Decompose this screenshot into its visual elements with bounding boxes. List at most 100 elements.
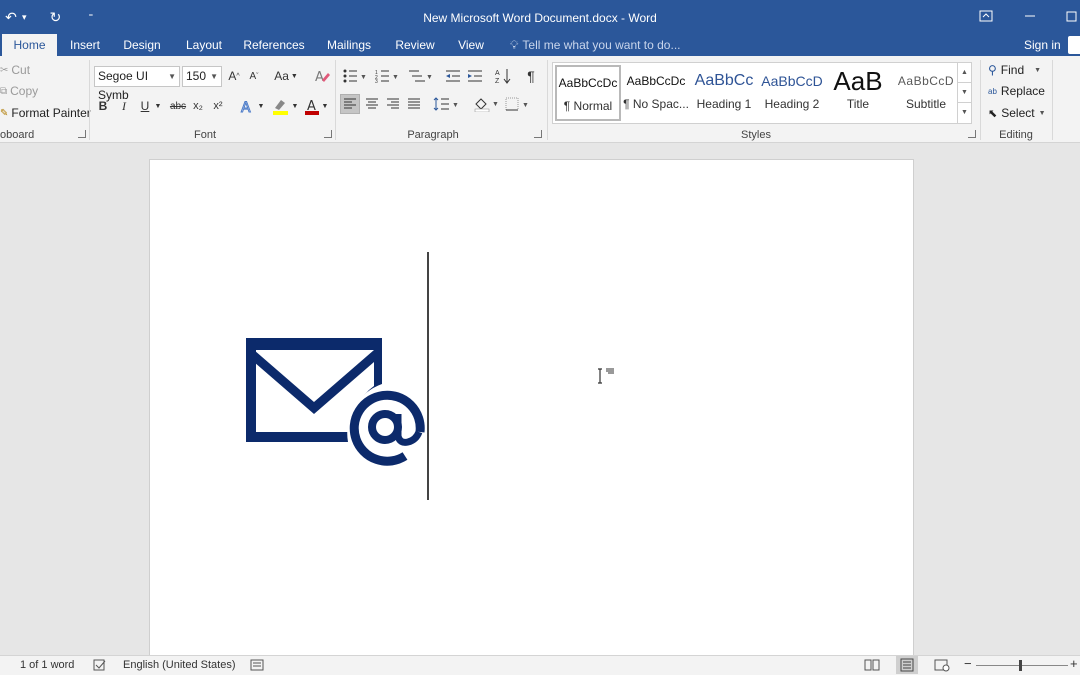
- find-button[interactable]: ⚲ Find ▼: [988, 63, 1041, 77]
- align-left-icon[interactable]: [340, 94, 360, 114]
- svg-text:A: A: [315, 70, 324, 84]
- ribbon-display-options-icon[interactable]: [976, 7, 996, 25]
- macro-record-icon[interactable]: [250, 658, 264, 675]
- font-color-icon[interactable]: A: [302, 96, 322, 116]
- style-heading-2[interactable]: AaBbCcD Heading 2: [759, 65, 825, 121]
- subscript-button[interactable]: x₂: [190, 96, 206, 116]
- cut-button[interactable]: ✂︎ Cut: [0, 63, 30, 77]
- scroll-down-icon[interactable]: ▼: [958, 83, 971, 103]
- strikethrough-button[interactable]: abc: [168, 96, 188, 116]
- tab-mailings[interactable]: Mailings: [322, 34, 376, 56]
- paragraph-dialog-launcher[interactable]: [534, 130, 542, 138]
- format-painter-button[interactable]: ✎ Format Painter: [0, 106, 91, 120]
- styles-dialog-launcher[interactable]: [968, 130, 976, 138]
- clipboard-dialog-launcher[interactable]: [78, 130, 86, 138]
- chevron-down-icon[interactable]: ▼: [290, 96, 300, 116]
- copy-icon: ⧉: [0, 85, 8, 97]
- tab-review[interactable]: Review: [392, 34, 438, 56]
- style-heading-1[interactable]: AaBbCc Heading 1: [691, 65, 757, 121]
- sort-icon[interactable]: AZ: [494, 66, 512, 86]
- tell-me-box[interactable]: 💡︎ Tell me what you want to do...: [510, 34, 681, 56]
- style-title[interactable]: AaB Title: [825, 65, 891, 121]
- style-normal[interactable]: AaBbCcDc ¶ Normal: [555, 65, 621, 121]
- replace-button[interactable]: ab Replace: [988, 84, 1045, 98]
- svg-text:▼: ▼: [426, 74, 433, 81]
- style-preview: AaBbCcDc: [558, 76, 618, 90]
- format-painter-label: Format Painter: [11, 106, 91, 120]
- ribbon-tabs: Home Insert Design Layout References Mai…: [0, 34, 1080, 56]
- svg-text:▼: ▼: [392, 74, 399, 81]
- style-name: Subtitle: [905, 97, 947, 111]
- clear-formatting-icon[interactable]: A: [312, 66, 332, 86]
- tab-references[interactable]: References: [242, 34, 306, 56]
- zoom-out-icon[interactable]: −: [964, 656, 972, 671]
- grow-font-icon[interactable]: A ^: [226, 66, 242, 86]
- superscript-button[interactable]: x²: [210, 96, 226, 116]
- language-indicator[interactable]: English (United States): [123, 659, 236, 671]
- status-bar: 1 of 1 word English (United States) − +: [0, 655, 1080, 675]
- highlight-color-icon[interactable]: [270, 96, 290, 116]
- read-mode-icon[interactable]: [864, 658, 880, 675]
- bold-button[interactable]: B: [95, 96, 111, 116]
- style-name: Heading 1: [696, 97, 752, 111]
- copy-button[interactable]: ⧉ Copy: [0, 84, 38, 98]
- bullets-icon[interactable]: ▼: [342, 66, 368, 86]
- multilevel-list-icon[interactable]: ▼: [406, 66, 434, 86]
- italic-button[interactable]: I: [116, 96, 132, 116]
- sign-in-link[interactable]: Sign in: [1024, 34, 1061, 56]
- chevron-down-icon: ▼: [1034, 66, 1042, 74]
- font-size-combo[interactable]: 150 ▼: [182, 66, 222, 87]
- font-dialog-launcher[interactable]: [324, 130, 332, 138]
- group-divider: [980, 60, 981, 140]
- style-no-spacing[interactable]: AaBbCcDc ¶ No Spac...: [623, 65, 689, 121]
- group-divider: [335, 60, 336, 140]
- share-icon[interactable]: [1068, 36, 1080, 54]
- zoom-in-icon[interactable]: +: [1070, 656, 1078, 671]
- underline-button[interactable]: U: [137, 96, 153, 116]
- font-name-combo[interactable]: Segoe UI Symb ▼: [94, 66, 180, 102]
- cursor-arrow-icon: ⬉: [988, 107, 998, 120]
- align-right-icon[interactable]: [383, 94, 403, 114]
- tab-design[interactable]: Design: [118, 34, 166, 56]
- minimize-icon[interactable]: [1020, 7, 1040, 25]
- show-formatting-marks-icon[interactable]: ¶: [522, 66, 540, 86]
- paintbrush-icon: ✎: [0, 107, 9, 119]
- scroll-up-icon[interactable]: ▲: [958, 63, 971, 83]
- chevron-down-icon[interactable]: ▼: [256, 96, 266, 116]
- print-layout-icon[interactable]: [896, 656, 918, 674]
- numbering-icon[interactable]: 1 2 3 ▼: [374, 66, 400, 86]
- document-page[interactable]: [149, 159, 914, 659]
- proofing-icon[interactable]: [93, 658, 107, 675]
- chevron-down-icon[interactable]: ▼: [153, 96, 163, 116]
- lightbulb-icon: 💡︎: [510, 38, 519, 52]
- word-count[interactable]: 1 of 1 word: [20, 659, 74, 671]
- zoom-slider-thumb[interactable]: [1019, 660, 1022, 671]
- tab-layout[interactable]: Layout: [180, 34, 228, 56]
- change-case-button[interactable]: Aa ▼: [272, 66, 300, 86]
- more-styles-icon[interactable]: ▼: [958, 103, 971, 123]
- borders-icon[interactable]: ▼: [504, 94, 532, 114]
- style-subtitle[interactable]: AaBbCcD Subtitle: [893, 65, 959, 121]
- justify-icon[interactable]: [404, 94, 424, 114]
- restore-icon[interactable]: [1062, 7, 1080, 25]
- shading-icon[interactable]: ▼: [472, 94, 500, 114]
- align-center-icon[interactable]: [362, 94, 382, 114]
- increase-indent-icon[interactable]: [466, 66, 484, 86]
- text-effects-icon[interactable]: A: [238, 96, 256, 116]
- tab-home[interactable]: Home: [2, 34, 57, 56]
- chevron-down-icon[interactable]: ▼: [320, 96, 330, 116]
- styles-gallery: AaBbCcDc ¶ Normal AaBbCcDc ¶ No Spac... …: [552, 62, 972, 124]
- ibeam-cursor-icon: [598, 368, 614, 384]
- style-preview: AaBbCc: [694, 72, 754, 89]
- tab-view[interactable]: View: [452, 34, 490, 56]
- style-name: ¶ No Spac...: [623, 97, 689, 111]
- chevron-down-icon: ▼: [210, 72, 218, 81]
- zoom-slider[interactable]: [976, 665, 1068, 666]
- select-button[interactable]: ⬉ Select ▼: [988, 106, 1046, 120]
- shrink-font-icon[interactable]: Aˇ: [246, 66, 262, 86]
- web-layout-icon[interactable]: [934, 658, 950, 675]
- decrease-indent-icon[interactable]: [444, 66, 462, 86]
- tab-insert[interactable]: Insert: [62, 34, 108, 56]
- tell-me-text: Tell me what you want to do...: [522, 38, 681, 52]
- line-spacing-icon[interactable]: ▼: [432, 94, 460, 114]
